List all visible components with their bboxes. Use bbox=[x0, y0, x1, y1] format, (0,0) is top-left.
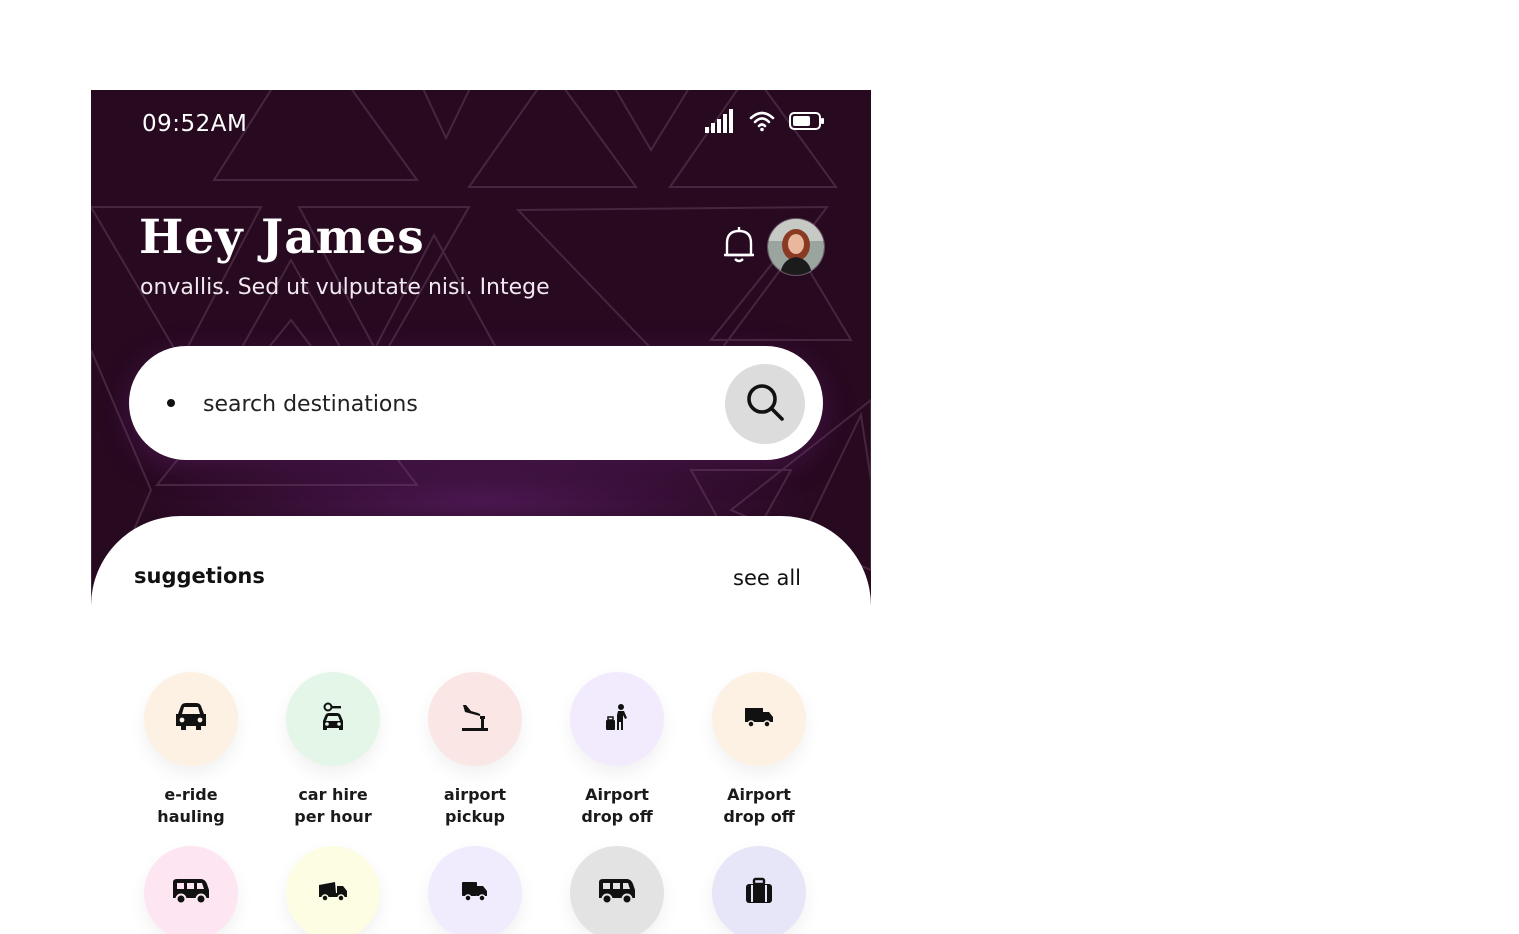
service-dump-truck[interactable] bbox=[263, 846, 403, 934]
see-all-link[interactable]: see all bbox=[733, 566, 801, 590]
search-input[interactable] bbox=[201, 381, 685, 427]
service-label: e-ride hauling bbox=[157, 785, 225, 826]
dump-truck-icon bbox=[318, 879, 348, 907]
airplane-landing-icon bbox=[460, 702, 490, 736]
suitcase-icon bbox=[744, 877, 774, 909]
truck-icon bbox=[461, 879, 489, 907]
service-circle bbox=[428, 672, 522, 766]
service-label: car hire per hour bbox=[294, 785, 372, 826]
phone-screen: 09:52AM Hey James onvallis. Sed ut vulpu… bbox=[91, 90, 871, 934]
service-label: airport pickup bbox=[443, 785, 507, 826]
car-icon bbox=[174, 702, 208, 736]
service-circle bbox=[144, 672, 238, 766]
car-key-icon bbox=[320, 702, 346, 736]
search-bar bbox=[129, 346, 823, 460]
search-button[interactable] bbox=[725, 364, 805, 444]
van-icon bbox=[171, 876, 211, 910]
service-airport-pickup[interactable]: airport pickup bbox=[405, 672, 545, 828]
greeting-title: Hey James bbox=[139, 210, 425, 265]
service-circle bbox=[712, 672, 806, 766]
service-circle bbox=[712, 846, 806, 934]
service-circle bbox=[286, 846, 380, 934]
bus-icon bbox=[597, 876, 637, 910]
service-luggage[interactable] bbox=[689, 846, 829, 934]
battery-icon bbox=[789, 111, 825, 135]
service-circle bbox=[570, 672, 664, 766]
avatar[interactable] bbox=[767, 218, 825, 276]
status-time: 09:52AM bbox=[142, 111, 248, 137]
delivery-truck-icon bbox=[744, 705, 774, 733]
service-circle bbox=[570, 846, 664, 934]
service-circle bbox=[286, 672, 380, 766]
signal-icon bbox=[705, 108, 735, 138]
service-bus[interactable] bbox=[547, 846, 687, 934]
service-label: Airport drop off bbox=[581, 785, 653, 826]
suggestions-title: suggetions bbox=[134, 564, 265, 588]
service-airport-drop-off-2[interactable]: Airport drop off bbox=[689, 672, 829, 828]
greeting-subtitle: onvallis. Sed ut vulputate nisi. Intege bbox=[140, 275, 550, 300]
service-circle bbox=[428, 846, 522, 934]
service-e-ride-hauling[interactable]: e-ride hauling bbox=[121, 672, 261, 828]
location-dot-icon bbox=[167, 399, 175, 407]
service-car-hire-per-hour[interactable]: car hire per hour bbox=[263, 672, 403, 828]
status-icons bbox=[705, 108, 825, 138]
service-circle bbox=[144, 846, 238, 934]
wifi-icon bbox=[749, 110, 775, 136]
service-airport-drop-off[interactable]: Airport drop off bbox=[547, 672, 687, 828]
service-van[interactable] bbox=[121, 846, 261, 934]
traveler-luggage-icon bbox=[604, 703, 630, 735]
service-truck[interactable] bbox=[405, 846, 545, 934]
search-icon bbox=[744, 381, 786, 427]
service-label: Airport drop off bbox=[723, 785, 795, 826]
notification-bell-icon[interactable] bbox=[721, 225, 757, 269]
